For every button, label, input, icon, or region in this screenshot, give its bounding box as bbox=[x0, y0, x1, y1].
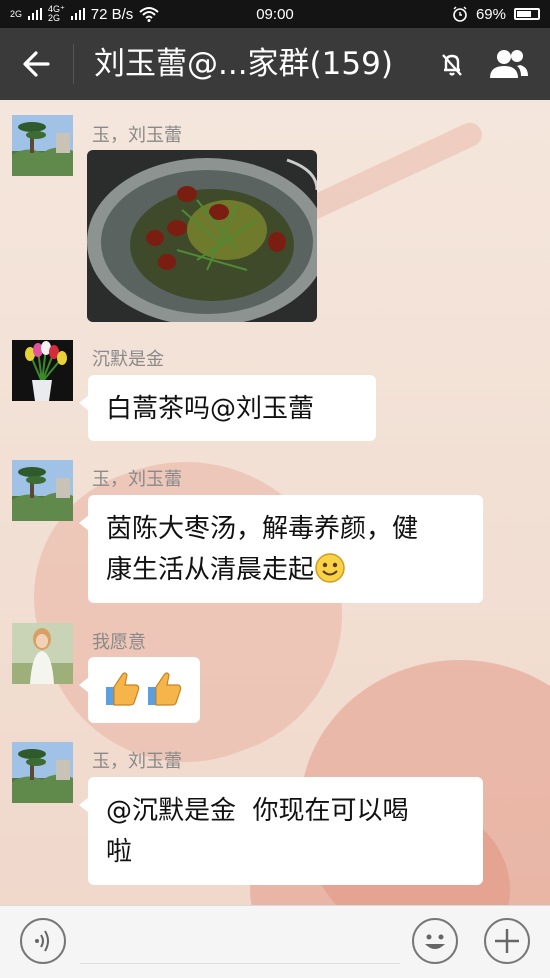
plus-icon bbox=[495, 929, 519, 953]
message-text-line: 茵陈大枣汤，解毒养颜，健 bbox=[106, 514, 419, 544]
status-right: 69% bbox=[452, 0, 540, 28]
sender-name: 玉，刘玉蕾 bbox=[92, 469, 182, 490]
battery-percent: 69% bbox=[475, 5, 506, 23]
pot-soup-photo bbox=[87, 150, 317, 322]
voice-icon bbox=[35, 930, 49, 952]
message-text: 白蒿茶吗@刘玉蕾 bbox=[106, 394, 315, 424]
status-bar: 2G 4G⁺ 2G 72 B/s 09:00 69% bbox=[0, 0, 550, 28]
header-divider bbox=[73, 44, 74, 84]
battery-icon bbox=[514, 8, 540, 20]
smile-emoji bbox=[315, 553, 345, 583]
avatar[interactable] bbox=[12, 742, 73, 803]
message-bubble[interactable]: 茵陈大枣汤，解毒养颜，健 康生活从清晨走起 bbox=[79, 495, 483, 603]
sender-name: 我愿意 bbox=[92, 632, 146, 653]
bell-off-icon bbox=[442, 54, 462, 76]
thumbs-up-emoji bbox=[106, 672, 182, 706]
message-bubble[interactable]: @沉默是金 你现在可以喝 啦 bbox=[79, 777, 483, 885]
chat-title[interactable]: 刘玉蕾@...家群(159) bbox=[94, 44, 393, 84]
emoji-face-icon bbox=[425, 934, 445, 949]
avatar[interactable] bbox=[12, 623, 73, 684]
chat-header: 刘玉蕾@...家群(159) bbox=[0, 28, 550, 100]
sender-name: 玉，刘玉蕾 bbox=[92, 125, 182, 146]
avatar-landscape-image bbox=[12, 460, 73, 521]
message-text-line: @沉默是金 你现在可以喝 bbox=[106, 796, 409, 826]
avatar-girl-image bbox=[12, 623, 73, 684]
message-text-line: 啦 bbox=[106, 837, 133, 867]
avatar-landscape-image bbox=[12, 115, 73, 176]
avatar[interactable] bbox=[12, 460, 73, 521]
plus-button[interactable] bbox=[484, 918, 530, 964]
sender-name: 玉，刘玉蕾 bbox=[92, 751, 182, 772]
alarm-icon bbox=[453, 6, 467, 22]
arrow-left-icon[interactable] bbox=[18, 44, 58, 84]
voice-button[interactable] bbox=[20, 918, 66, 964]
message-bubble[interactable]: 白蒿茶吗@刘玉蕾 bbox=[79, 375, 376, 441]
message-text-line-2: 康生活从清晨走起 bbox=[106, 555, 315, 585]
message-input[interactable] bbox=[80, 963, 400, 964]
input-bar bbox=[0, 905, 550, 978]
group-members-icon[interactable] bbox=[484, 46, 532, 82]
avatar[interactable] bbox=[12, 115, 73, 176]
avatar-tulips-image bbox=[12, 340, 73, 401]
emoji-button[interactable] bbox=[412, 918, 458, 964]
message-photo[interactable] bbox=[87, 150, 317, 322]
avatar-landscape-image bbox=[12, 742, 73, 803]
battery-fill bbox=[517, 11, 531, 17]
avatar[interactable] bbox=[12, 340, 73, 401]
message-text-line: 康生活从清晨走起 bbox=[106, 550, 465, 591]
wallpaper-streak bbox=[294, 118, 486, 226]
message-bubble[interactable] bbox=[79, 657, 200, 723]
sender-name: 沉默是金 bbox=[92, 349, 164, 370]
